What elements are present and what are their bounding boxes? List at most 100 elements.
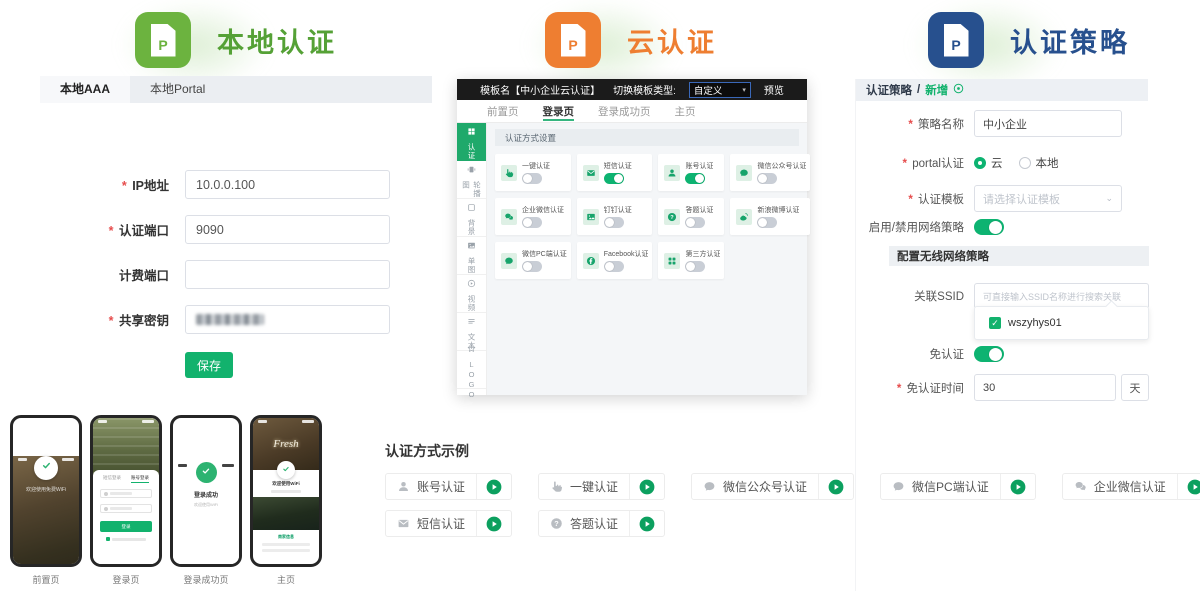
sidebar-item-视频[interactable]: 视频 bbox=[457, 275, 486, 313]
auth-method-toggle[interactable] bbox=[604, 173, 624, 184]
play-icon[interactable] bbox=[639, 479, 655, 495]
required-asterisk: * bbox=[109, 314, 114, 328]
document-glyph: P bbox=[561, 24, 586, 57]
auth-method-label: 微信PC端认证 bbox=[522, 249, 567, 259]
auth-method-toggle[interactable] bbox=[522, 261, 542, 272]
template-tab-登录成功页[interactable]: 登录成功页 bbox=[598, 100, 651, 122]
template-type-select[interactable]: 自定义 ▾ bbox=[689, 82, 751, 98]
success-subtitle: 欢迎使用WiFi bbox=[173, 502, 239, 508]
auth-method-card: 钉钉认证 bbox=[577, 198, 653, 235]
policy-header: P 认证策略 bbox=[928, 12, 1130, 68]
examples-title: 认证方式示例 bbox=[385, 441, 1200, 461]
play-icon[interactable] bbox=[828, 479, 844, 495]
required-asterisk: * bbox=[109, 224, 114, 238]
sidebar-item-认证[interactable]: 认证 bbox=[457, 123, 486, 161]
auth-examples-section: 认证方式示例 账号认证一键认证微信公众号认证微信PC端认证企业微信认证新浪微博认… bbox=[385, 441, 1200, 537]
auth-method-toggle[interactable] bbox=[604, 261, 624, 272]
agreement-row bbox=[100, 537, 152, 541]
radio-local[interactable] bbox=[1019, 157, 1031, 169]
free-auth-toggle[interactable] bbox=[974, 346, 1004, 362]
auth-method-toggle[interactable] bbox=[757, 217, 777, 228]
sidebar-item-LOGO[interactable]: LOGO bbox=[457, 351, 486, 389]
example-button-短信认证[interactable]: 短信认证 bbox=[385, 510, 512, 537]
preview-button[interactable]: 预览 bbox=[764, 82, 784, 97]
auth-method-toggle[interactable] bbox=[685, 173, 705, 184]
status-bar bbox=[258, 420, 314, 423]
play-icon[interactable] bbox=[486, 516, 502, 532]
template-tab-登录页[interactable]: 登录页 bbox=[543, 100, 575, 122]
play-icon[interactable] bbox=[486, 479, 502, 495]
ssid-checkbox[interactable]: ✓ bbox=[989, 317, 1001, 329]
tab-local-aaa[interactable]: 本地AAA bbox=[40, 76, 130, 103]
login-button[interactable]: 登录 bbox=[100, 521, 152, 532]
password-field[interactable] bbox=[100, 504, 152, 513]
text-placeholder bbox=[271, 490, 301, 493]
play-icon[interactable] bbox=[1010, 479, 1026, 495]
sidebar-item-轮播图[interactable]: 轮播图 bbox=[457, 161, 486, 199]
auth-method-body: 账号认证 bbox=[685, 161, 713, 184]
free-auth-time-input[interactable]: 30 bbox=[974, 374, 1116, 401]
example-button-答题认证[interactable]: ?答题认证 bbox=[538, 510, 665, 537]
auth-method-toggle[interactable] bbox=[522, 217, 542, 228]
form-row: * 认证端口9090 bbox=[40, 215, 432, 244]
template-tab-主页[interactable]: 主页 bbox=[675, 100, 696, 122]
auth-template-label: * 认证模板 bbox=[856, 191, 974, 207]
masked-value bbox=[196, 314, 264, 325]
time-unit-box[interactable]: 天 bbox=[1121, 374, 1149, 401]
facebook-icon bbox=[583, 253, 599, 269]
checkbox-icon[interactable] bbox=[106, 537, 110, 541]
divider bbox=[476, 511, 477, 536]
auth-method-toggle[interactable] bbox=[522, 173, 542, 184]
enable-policy-toggle[interactable] bbox=[974, 219, 1004, 235]
example-button-企业微信认证[interactable]: 企业微信认证 bbox=[1062, 473, 1200, 500]
text-placeholder bbox=[262, 543, 310, 546]
play-icon[interactable] bbox=[1187, 479, 1200, 495]
required-asterisk: * bbox=[903, 158, 907, 170]
auth-method-toggle[interactable] bbox=[757, 173, 777, 184]
ssid-option-label[interactable]: wszyhys01 bbox=[1008, 317, 1062, 329]
example-button-账号认证[interactable]: 账号认证 bbox=[385, 473, 512, 500]
example-button-微信公众号认证[interactable]: 微信公众号认证 bbox=[691, 473, 854, 500]
ssid-label: 关联SSID bbox=[856, 288, 974, 304]
auth-method-card: 新浪微博认证 bbox=[730, 198, 810, 235]
chevron-down-icon: ⌄ bbox=[1105, 193, 1113, 204]
username-field[interactable] bbox=[100, 489, 152, 498]
field-input-计费端口[interactable] bbox=[185, 260, 390, 289]
brand-neon-text: Fresh bbox=[273, 438, 298, 450]
form-row: 计费端口 bbox=[40, 260, 432, 289]
field-input-IP地址[interactable]: 10.0.0.100 bbox=[185, 170, 390, 199]
radio-cloud[interactable] bbox=[974, 157, 986, 169]
auth-method-toggle[interactable] bbox=[685, 217, 705, 228]
template-page-tabs: 前置页 登录页 登录成功页 主页 bbox=[457, 100, 807, 123]
phone-caption: 主页 bbox=[247, 573, 325, 586]
play-icon[interactable] bbox=[639, 516, 655, 532]
auth-method-card: Facebook认证 bbox=[577, 242, 653, 279]
auth-method-toggle[interactable] bbox=[685, 261, 705, 272]
grid4-icon bbox=[664, 253, 680, 269]
svg-text:?: ? bbox=[554, 519, 559, 528]
auth-method-card: 微信PC端认证 bbox=[495, 242, 571, 279]
hand-icon bbox=[550, 480, 563, 493]
tab-local-portal[interactable]: 本地Portal bbox=[130, 76, 225, 103]
field-input-认证端口[interactable]: 9090 bbox=[185, 215, 390, 244]
divider bbox=[629, 511, 630, 536]
policy-name-input[interactable]: 中小企业 bbox=[974, 110, 1122, 137]
auth-method-body: 答题认证 bbox=[685, 205, 713, 228]
auth-method-label: 企业微信认证 bbox=[522, 205, 564, 215]
auth-template-select[interactable]: 请选择认证模板 ⌄ bbox=[974, 185, 1122, 212]
template-tab-前置页[interactable]: 前置页 bbox=[487, 100, 519, 122]
save-button[interactable]: 保存 bbox=[185, 352, 233, 378]
sidebar-item-背景[interactable]: 背景 bbox=[457, 199, 486, 237]
select-placeholder: 请选择认证模板 bbox=[983, 191, 1060, 207]
tab-sms-login[interactable]: 短信登录 bbox=[103, 475, 121, 483]
breadcrumb-root[interactable]: 认证策略 bbox=[866, 82, 912, 98]
radio-local-label: 本地 bbox=[1036, 155, 1059, 171]
auth-method-label: 答题认证 bbox=[685, 205, 713, 215]
tab-account-login[interactable]: 账号登录 bbox=[131, 475, 149, 483]
example-button-微信PC端认证[interactable]: 微信PC端认证 bbox=[880, 473, 1036, 500]
auth-method-toggle[interactable] bbox=[604, 217, 624, 228]
sidebar-item-单图[interactable]: 单图 bbox=[457, 237, 486, 275]
example-button-一键认证[interactable]: 一键认证 bbox=[538, 473, 665, 500]
chevron-down-icon: ▾ bbox=[742, 86, 746, 94]
field-input-共享密钥[interactable] bbox=[185, 305, 390, 334]
